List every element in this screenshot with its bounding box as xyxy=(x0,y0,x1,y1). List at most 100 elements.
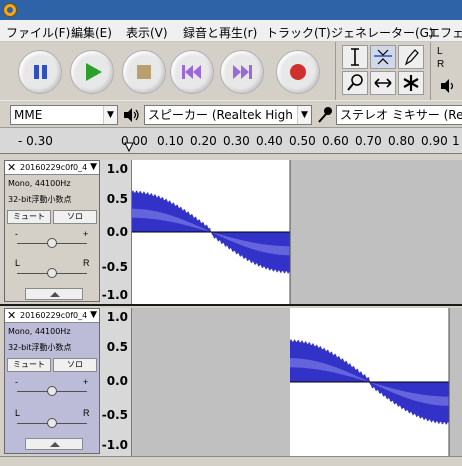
title-bar xyxy=(0,0,462,20)
audio-track-1: ✕ 20160229c0f0_4 ▼ Mono, 44100Hz 32-bit浮… xyxy=(0,160,462,304)
pan-right-label: R xyxy=(83,258,90,268)
chevron-down-icon: ▼ xyxy=(297,106,311,124)
bottom-scroll-strip xyxy=(0,456,462,466)
menu-edit[interactable]: 編集(E) xyxy=(71,24,112,41)
close-icon[interactable]: ✕ xyxy=(7,161,16,174)
menu-effect[interactable]: エフェク xyxy=(428,24,462,41)
waveform-area[interactable] xyxy=(132,308,462,456)
ruler-label: 0.60 xyxy=(322,134,349,148)
track-name[interactable]: 20160229c0f0_4 xyxy=(20,310,87,322)
gain-slider-thumb[interactable] xyxy=(47,386,57,396)
stop-icon xyxy=(137,65,151,79)
audio-track-2: ✕ 20160229c0f0_4 ▼ Mono, 44100Hz 32-bit浮… xyxy=(0,308,462,456)
playback-device-select[interactable]: スピーカー (Realtek High Def ▼ xyxy=(144,105,312,125)
envelope-icon xyxy=(374,49,392,65)
ruler-label: 0.10 xyxy=(157,134,184,148)
chevron-down-icon: ▼ xyxy=(103,106,117,124)
waveform-canvas xyxy=(290,308,450,456)
collapse-track-button[interactable] xyxy=(25,288,83,300)
track-name[interactable]: 20160229c0f0_4 xyxy=(20,162,87,174)
pan-left-label: L xyxy=(15,408,21,418)
track-control-panel[interactable]: ✕ 20160229c0f0_4 ▼ Mono, 44100Hz 32-bit浮… xyxy=(4,160,100,302)
ruler-label: 0.40 xyxy=(256,134,283,148)
pause-icon xyxy=(34,65,47,79)
audio-host-value: MME xyxy=(14,108,43,122)
solo-button[interactable]: ソロ xyxy=(53,210,97,224)
gain-plus-label: + xyxy=(83,229,89,239)
microphone-icon xyxy=(318,107,332,123)
chevron-down-icon[interactable]: ▼ xyxy=(90,309,97,322)
pause-button[interactable] xyxy=(18,50,62,94)
play-button[interactable] xyxy=(70,50,114,94)
skip-to-end-button[interactable] xyxy=(220,50,264,94)
solo-button[interactable]: ソロ xyxy=(53,358,97,372)
collapse-track-button[interactable] xyxy=(25,438,83,450)
stop-button[interactable] xyxy=(122,50,166,94)
vruler-label: 0.5 xyxy=(106,340,128,354)
ruler-label: 1 xyxy=(452,134,460,148)
menu-file[interactable]: ファイル(F) xyxy=(6,24,70,41)
vruler-label: -0.5 xyxy=(101,408,128,422)
ruler-label: 0.50 xyxy=(289,134,316,148)
menu-tracks[interactable]: トラック(T) xyxy=(266,24,331,41)
ruler-label: 0.70 xyxy=(355,134,382,148)
vruler-label: -1.0 xyxy=(101,288,128,302)
record-icon xyxy=(290,64,306,80)
vruler-label: 0.5 xyxy=(106,192,128,206)
gain-minus-label: - xyxy=(15,229,18,239)
ruler-label: - 0.30 xyxy=(18,134,53,148)
vruler-label: 0.0 xyxy=(106,374,128,388)
draw-tool[interactable] xyxy=(398,45,424,69)
selection-tool[interactable] xyxy=(342,45,368,69)
zoom-tool[interactable] xyxy=(342,71,368,95)
track-header: ✕ 20160229c0f0_4 ▼ xyxy=(5,309,99,323)
pan-slider-thumb[interactable] xyxy=(47,418,57,428)
magnifier-icon xyxy=(347,74,363,91)
pan-slider-thumb[interactable] xyxy=(47,268,57,278)
waveform-area[interactable] xyxy=(132,160,462,304)
meter-right-label: R xyxy=(437,59,445,70)
recording-device-value: ステレオ ミキサー (Realtek xyxy=(340,108,462,122)
ruler-label: 0.90 xyxy=(421,134,448,148)
vruler-label: 1.0 xyxy=(106,162,128,176)
double-arrow-icon xyxy=(374,78,392,88)
menu-view[interactable]: 表示(V) xyxy=(126,24,168,41)
menu-generate[interactable]: ジェネレーター(G) xyxy=(331,24,434,41)
playhead-marker xyxy=(124,142,134,153)
time-shift-tool[interactable] xyxy=(370,71,396,95)
vertical-ruler: 1.0 0.5 0.0 -0.5 -1.0 xyxy=(100,308,132,456)
record-button[interactable] xyxy=(276,50,320,94)
mute-button[interactable]: ミュート xyxy=(7,358,51,372)
envelope-tool[interactable] xyxy=(370,45,396,69)
ruler-label: 0.80 xyxy=(388,134,415,148)
track-header: ✕ 20160229c0f0_4 ▼ xyxy=(5,161,99,175)
track-control-panel[interactable]: ✕ 20160229c0f0_4 ▼ Mono, 44100Hz 32-bit浮… xyxy=(4,308,100,454)
skip-to-start-button[interactable] xyxy=(170,50,214,94)
gain-slider-thumb[interactable] xyxy=(47,238,57,248)
track-separator xyxy=(0,304,462,306)
asterisk-icon xyxy=(403,75,419,91)
recording-device-select[interactable]: ステレオ ミキサー (Realtek xyxy=(336,105,462,125)
speaker-icon[interactable] xyxy=(439,78,457,94)
skip-to-end-icon xyxy=(233,65,252,79)
close-icon[interactable]: ✕ xyxy=(7,309,16,322)
vruler-label: 0.0 xyxy=(106,225,128,239)
i-beam-icon xyxy=(351,48,359,66)
chevron-down-icon[interactable]: ▼ xyxy=(90,161,97,174)
audio-host-select[interactable]: MME ▼ xyxy=(10,105,118,125)
skip-to-start-icon xyxy=(182,65,201,79)
track-format: Mono, 44100Hz xyxy=(8,327,71,336)
pan-right-label: R xyxy=(83,408,90,418)
vruler-label: -1.0 xyxy=(101,438,128,452)
multi-tool[interactable] xyxy=(398,71,424,95)
device-toolbar: MME ▼ スピーカー (Realtek High Def ▼ ステレオ ミキサ… xyxy=(0,100,462,128)
track-format: Mono, 44100Hz xyxy=(8,179,71,188)
mute-button[interactable]: ミュート xyxy=(7,210,51,224)
track-bit-depth: 32-bit浮動小数点 xyxy=(8,343,72,352)
timeline-ruler[interactable]: - 0.30 0.00 0.10 0.20 0.30 0.40 0.50 0.6… xyxy=(0,128,462,154)
play-icon xyxy=(86,63,102,81)
tools-toolbar xyxy=(335,42,427,100)
menu-transport[interactable]: 録音と再生(r) xyxy=(183,24,257,41)
vertical-ruler: 1.0 0.5 0.0 -0.5 -1.0 xyxy=(100,160,132,304)
gain-plus-label: + xyxy=(83,377,89,387)
